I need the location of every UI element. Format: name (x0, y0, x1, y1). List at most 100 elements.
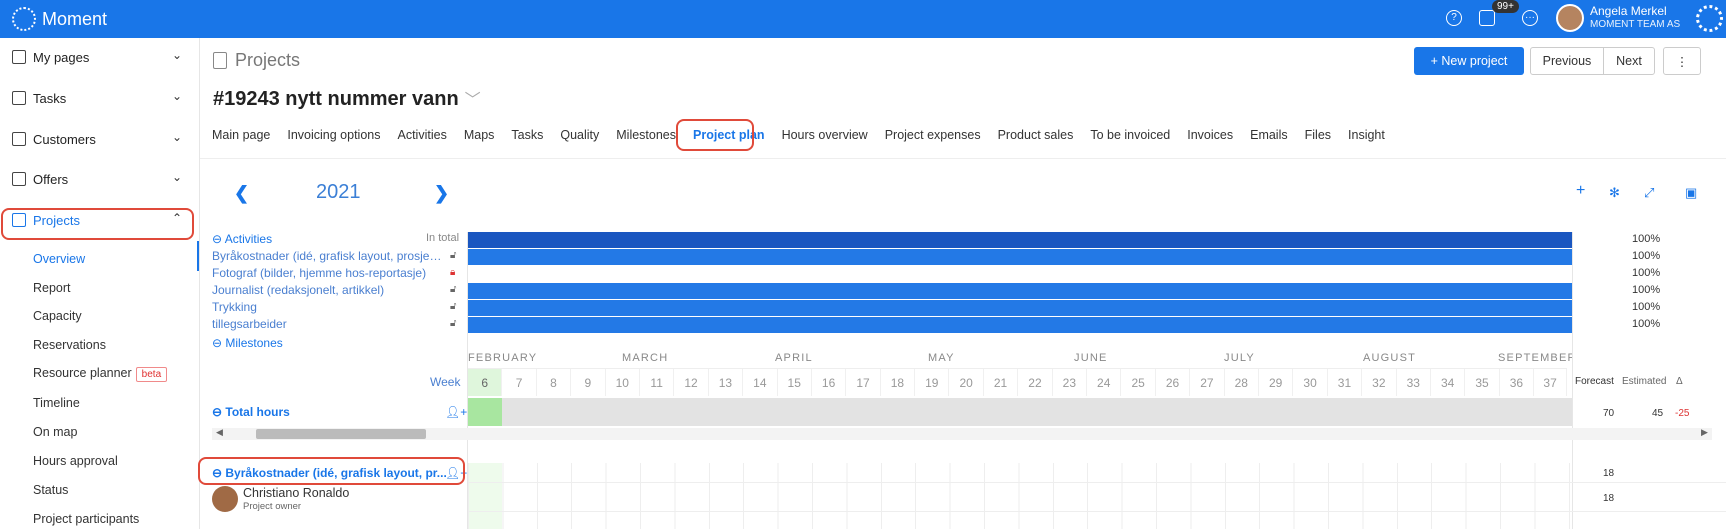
bell-icon[interactable] (1479, 10, 1495, 26)
sidebar-sub-resource-planner[interactable]: Resource planner beta (33, 366, 168, 382)
week-cell[interactable]: 7 (502, 369, 537, 396)
week-cell[interactable]: 34 (1431, 369, 1466, 396)
week-cell[interactable]: 15 (778, 369, 812, 396)
total-hours-toggle[interactable]: ⊖ Total hours (212, 405, 290, 419)
unlock-icon[interactable]: 🔓︎ (450, 318, 456, 329)
sidebar-sub-capacity[interactable]: Capacity (33, 309, 82, 323)
week-cell[interactable]: 23 (1053, 369, 1088, 396)
week-cell[interactable]: 25 (1121, 369, 1156, 396)
sidebar-sub-hours-approval[interactable]: Hours approval (33, 454, 118, 468)
project-title[interactable]: #19243 nytt nummer vann ﹀ (213, 86, 481, 111)
person-name[interactable]: Christiano Ronaldo (243, 486, 349, 500)
unlock-icon[interactable]: 🔓︎ (450, 250, 456, 261)
tab-maps[interactable]: Maps (464, 128, 495, 142)
scrollbar-thumb[interactable] (256, 429, 426, 439)
scroll-right-icon[interactable]: ▶ (1701, 427, 1708, 438)
week-cell[interactable]: 30 (1293, 369, 1328, 396)
sidebar-item-customers[interactable]: Customers ⌄ (0, 120, 200, 158)
week-cell[interactable]: 27 (1190, 369, 1225, 396)
activity-bar[interactable] (468, 300, 1572, 316)
next-year-arrow-icon[interactable]: ❯ (434, 183, 449, 204)
week-cell[interactable]: 10 (606, 369, 640, 396)
previous-button[interactable]: Previous (1530, 47, 1604, 75)
sidebar-item-my-pages[interactable]: My pages ⌄ (0, 38, 200, 76)
tab-project-expenses[interactable]: Project expenses (885, 128, 981, 142)
company-logo-icon[interactable] (1696, 5, 1723, 32)
expand-icon[interactable]: ⤢ (1644, 185, 1654, 201)
week-cell[interactable]: 20 (949, 369, 984, 396)
settings-icon[interactable]: ✻ (1609, 185, 1620, 201)
tab-activities[interactable]: Activities (398, 128, 447, 142)
sidebar-sub-overview[interactable]: Overview (33, 252, 85, 266)
week-cell[interactable]: 13 (709, 369, 744, 396)
week-cell[interactable]: 35 (1465, 369, 1500, 396)
week-cell[interactable]: 14 (743, 369, 778, 396)
sidebar-sub-on-map[interactable]: On map (33, 425, 77, 439)
tab-hours-overview[interactable]: Hours overview (782, 128, 868, 142)
sidebar-sub-status[interactable]: Status (33, 483, 68, 497)
tab-invoicing-options[interactable]: Invoicing options (287, 128, 380, 142)
tab-main-page[interactable]: Main page (212, 128, 270, 142)
new-project-button[interactable]: + New project (1414, 47, 1524, 75)
sidebar-item-offers[interactable]: Offers ⌄ (0, 160, 200, 198)
week-cell[interactable]: 22 (1018, 369, 1053, 396)
week-cell[interactable]: 24 (1087, 369, 1122, 396)
week-cell[interactable]: 36 (1500, 369, 1535, 396)
user-menu[interactable]: Angela Merkel MOMENT TEAM AS (1590, 5, 1680, 31)
user-avatar[interactable] (1556, 4, 1584, 32)
week-cell[interactable]: 29 (1259, 369, 1294, 396)
week-cell[interactable]: 26 (1156, 369, 1191, 396)
activity-row-label[interactable]: tillegsarbeider (212, 317, 442, 331)
tab-quality[interactable]: Quality (560, 128, 599, 142)
help-icon[interactable]: ? (1446, 10, 1462, 26)
week-cell[interactable]: 21 (984, 369, 1019, 396)
week-cell[interactable]: 9 (571, 369, 606, 396)
week-cell[interactable]: 6 (468, 369, 503, 396)
tab-product-sales[interactable]: Product sales (998, 128, 1074, 142)
week-cell[interactable]: 11 (640, 369, 675, 396)
horizontal-scrollbar[interactable] (212, 428, 1712, 440)
activities-summary-bar[interactable] (468, 232, 1572, 248)
tab-tasks[interactable]: Tasks (511, 128, 543, 142)
sidebar-item-tasks[interactable]: Tasks ⌄ (0, 79, 200, 117)
week-cell[interactable]: 28 (1225, 369, 1259, 396)
tab-emails[interactable]: Emails (1250, 128, 1288, 142)
sidebar-sub-reservations[interactable]: Reservations (33, 338, 106, 352)
activity-bar[interactable] (468, 266, 1572, 282)
activity-bar[interactable] (468, 249, 1572, 265)
activity-row-label[interactable]: Byråkostnader (idé, grafisk layout, pros… (212, 249, 442, 263)
tab-files[interactable]: Files (1305, 128, 1331, 142)
sidebar-sub-project-participants[interactable]: Project participants (33, 512, 139, 526)
tab-milestones[interactable]: Milestones (616, 128, 676, 142)
tab-to-be-invoiced[interactable]: To be invoiced (1090, 128, 1170, 142)
activity-bar[interactable] (468, 283, 1572, 299)
next-button[interactable]: Next (1603, 47, 1655, 75)
tab-insight[interactable]: Insight (1348, 128, 1385, 142)
chat-icon[interactable]: ··· (1522, 10, 1538, 26)
lock-icon[interactable]: 🔒︎ (450, 267, 455, 278)
week-cell[interactable]: 33 (1397, 369, 1431, 396)
week-cell[interactable]: 8 (537, 369, 572, 396)
activities-toggle[interactable]: ⊖ Activities (212, 232, 272, 246)
sidebar-sub-report[interactable]: Report (33, 281, 71, 295)
more-options-button[interactable]: ⋮ (1663, 47, 1701, 75)
week-cell[interactable]: 18 (881, 369, 916, 396)
add-person-icon[interactable]: 👤︎+ (445, 405, 467, 419)
week-cell[interactable]: 17 (846, 369, 881, 396)
activity-row-label[interactable]: Journalist (redaksjonelt, artikkel) (212, 283, 442, 297)
app-logo[interactable]: Moment (12, 7, 107, 31)
activity-row-label[interactable]: Fotograf (bilder, hjemme hos-reportasje) (212, 266, 442, 280)
week-cell[interactable]: 31 (1328, 369, 1363, 396)
calendar-icon[interactable]: ▣ (1685, 185, 1697, 201)
activity-bar[interactable] (468, 317, 1572, 333)
add-icon[interactable]: + (1576, 182, 1585, 200)
week-cell[interactable]: 32 (1362, 369, 1397, 396)
unlock-icon[interactable]: 🔓︎ (450, 284, 456, 295)
sidebar-sub-timeline[interactable]: Timeline (33, 396, 80, 410)
week-cell[interactable]: 19 (915, 369, 950, 396)
week-cell[interactable]: 16 (812, 369, 847, 396)
tab-invoices[interactable]: Invoices (1187, 128, 1233, 142)
scroll-left-icon[interactable]: ◀ (216, 427, 223, 438)
week-cell[interactable]: 12 (674, 369, 709, 396)
activity-row-label[interactable]: Trykking (212, 300, 442, 314)
